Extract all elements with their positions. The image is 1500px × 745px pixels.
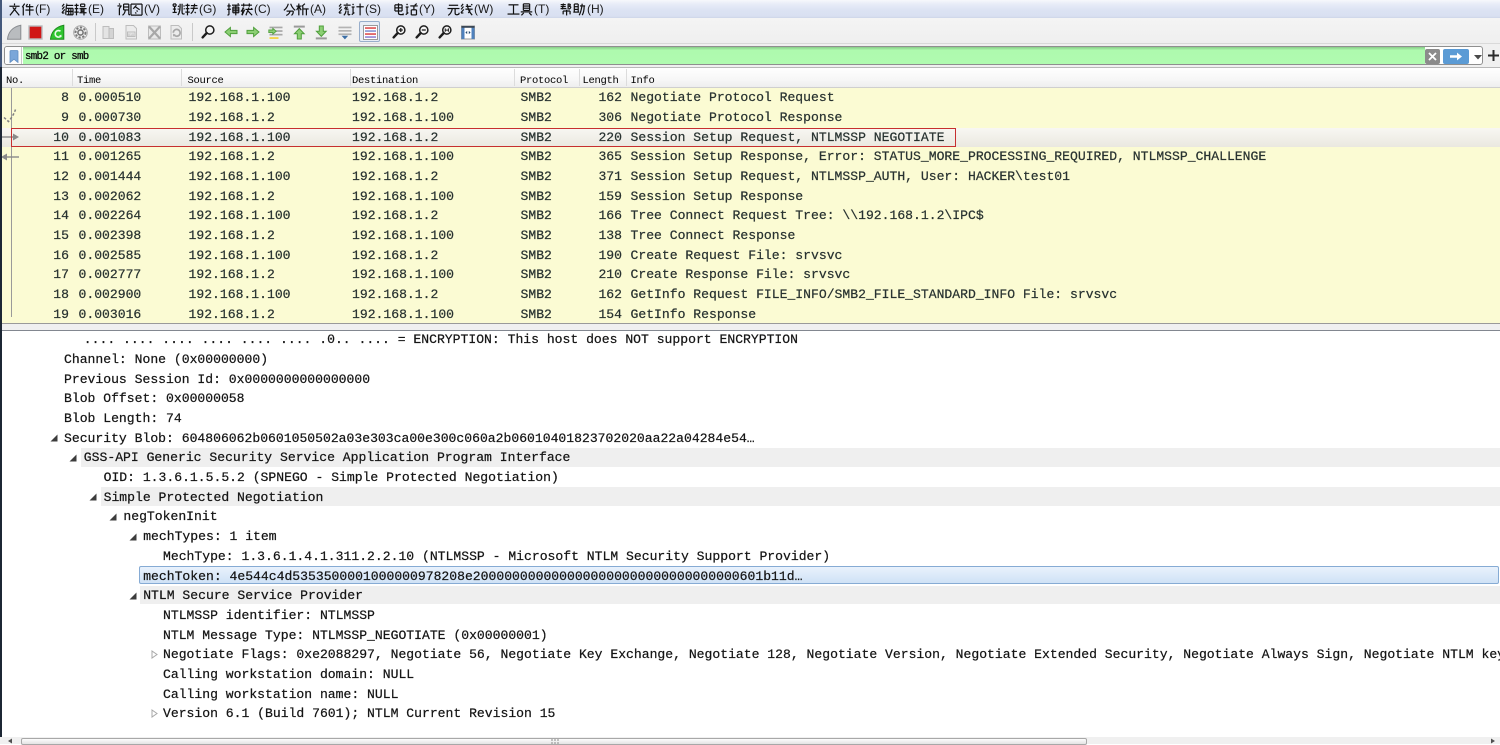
svg-text:010: 010 xyxy=(128,32,134,36)
